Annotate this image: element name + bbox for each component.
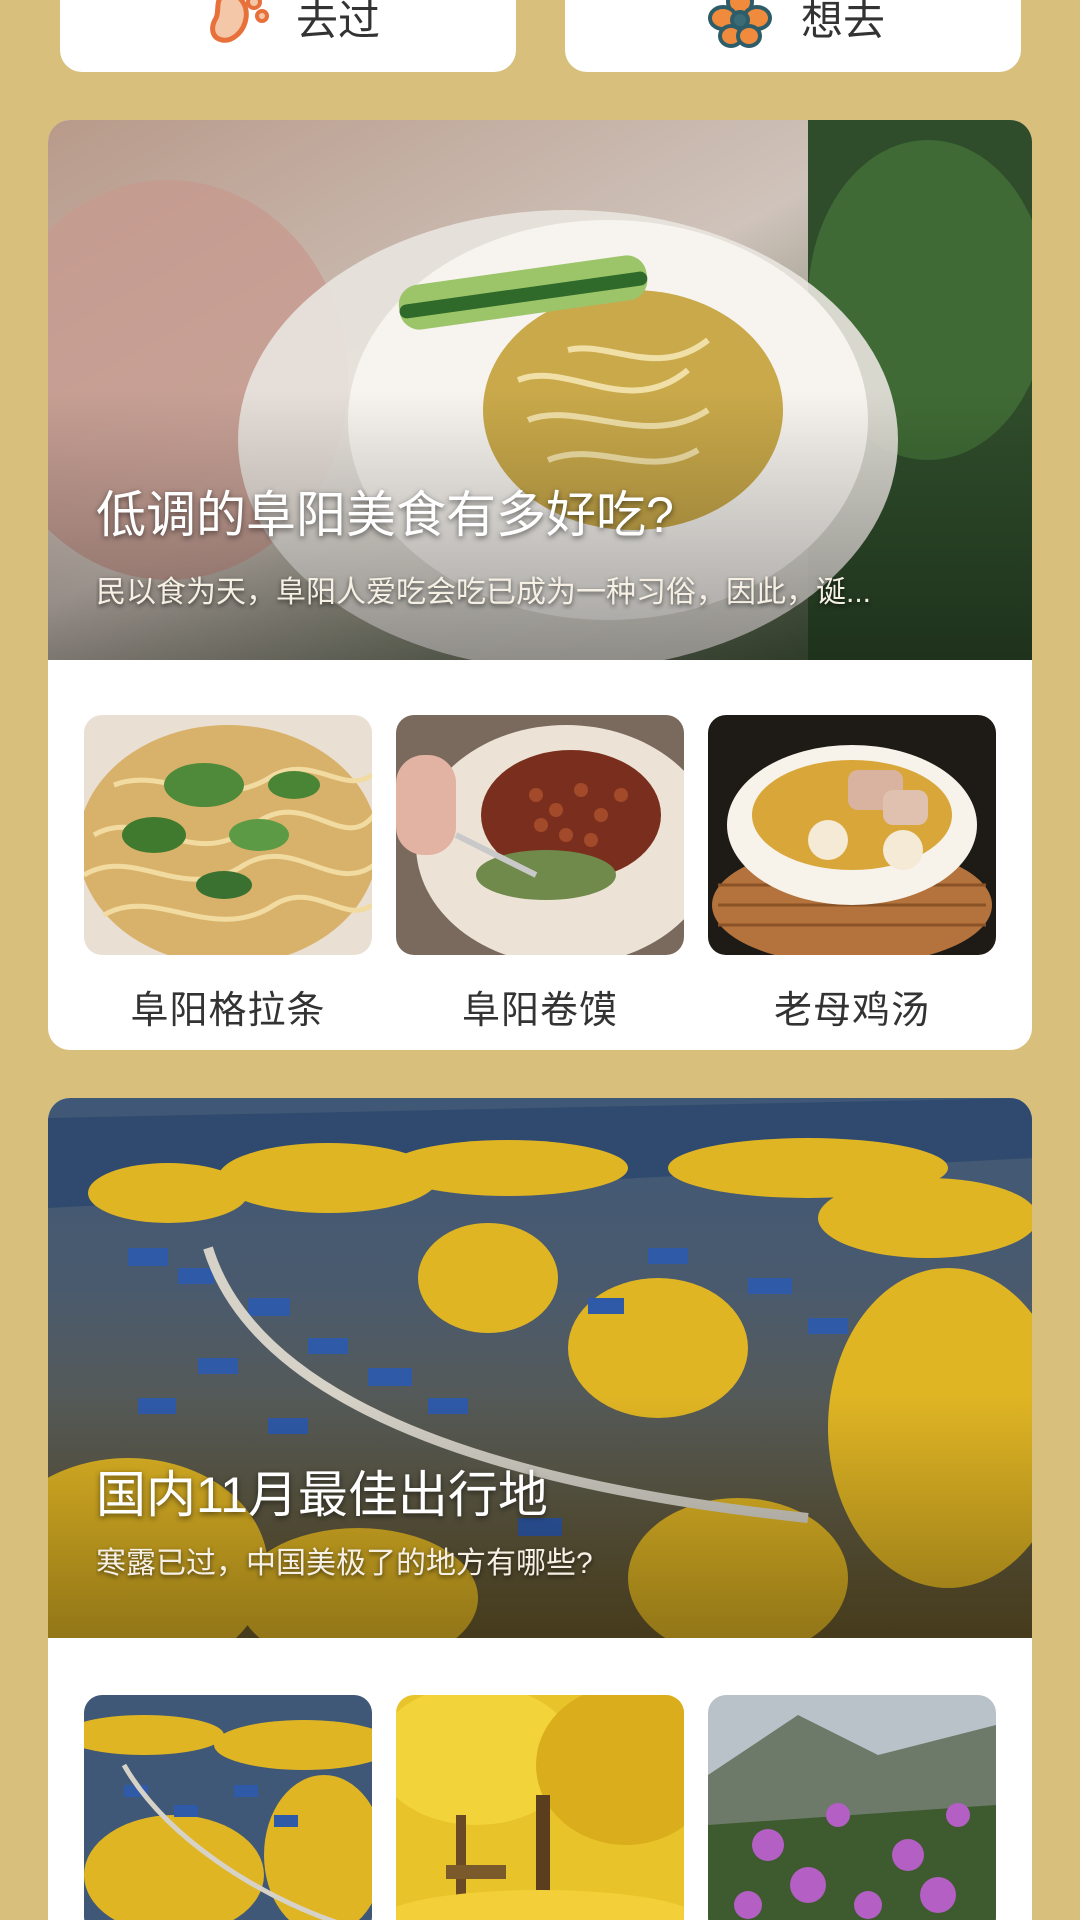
food-item-chicken-soup[interactable]: 老母鸡汤 [708,715,996,1034]
travel-article-title: 国内11月最佳出行地 [96,1467,548,1523]
food-article-card[interactable]: 低调的阜阳美食有多好吃? 民以食为天，阜阳人爱吃会吃已成为一种习俗，因此，诞..… [48,120,1032,1050]
footprint-icon [210,0,269,43]
juanmo-photo [396,715,684,955]
food-item-label: 阜阳格拉条 [130,990,326,1032]
travel-thumbnails [84,1695,996,1920]
food-item-label: 老母鸡汤 [773,990,930,1032]
food-thumbnails: 阜阳格拉条 阜阳卷馍 老母鸡汤 [84,715,996,1034]
chicken-soup-photo [708,715,996,955]
been-there-button[interactable]: 去过 [60,0,516,72]
food-hero-banner[interactable]: 低调的阜阳美食有多好吃? 民以食为天，阜阳人爱吃会吃已成为一种习俗，因此，诞..… [48,120,1032,660]
rhododendron-photo [708,1695,996,1920]
flower-icon [707,0,772,48]
village-autumn-photo [84,1695,372,1920]
food-item-juanmo[interactable]: 阜阳卷馍 [396,715,684,1034]
been-there-label: 去过 [295,0,380,44]
ginkgo-photo [396,1695,684,1920]
want-to-go-button[interactable]: 想去 [565,0,1021,72]
food-item-label: 阜阳卷馍 [461,990,618,1032]
food-article-subtitle: 民以食为天，阜阳人爱吃会吃已成为一种习俗，因此，诞... [96,576,872,609]
food-item-gelatiao[interactable]: 阜阳格拉条 [84,715,372,1034]
travel-item-2[interactable] [396,1695,684,1920]
gelatiao-photo [84,715,372,955]
want-to-go-label: 想去 [800,0,885,44]
travel-hero-banner[interactable]: 国内11月最佳出行地 寒露已过，中国美极了的地方有哪些? [48,1098,1032,1638]
food-article-title: 低调的阜阳美食有多好吃? [96,487,674,543]
travel-article-card[interactable]: 国内11月最佳出行地 寒露已过，中国美极了的地方有哪些? [48,1098,1032,1920]
travel-article-subtitle: 寒露已过，中国美极了的地方有哪些? [96,1547,593,1580]
travel-item-3[interactable] [708,1695,996,1920]
travel-item-1[interactable] [84,1695,372,1920]
